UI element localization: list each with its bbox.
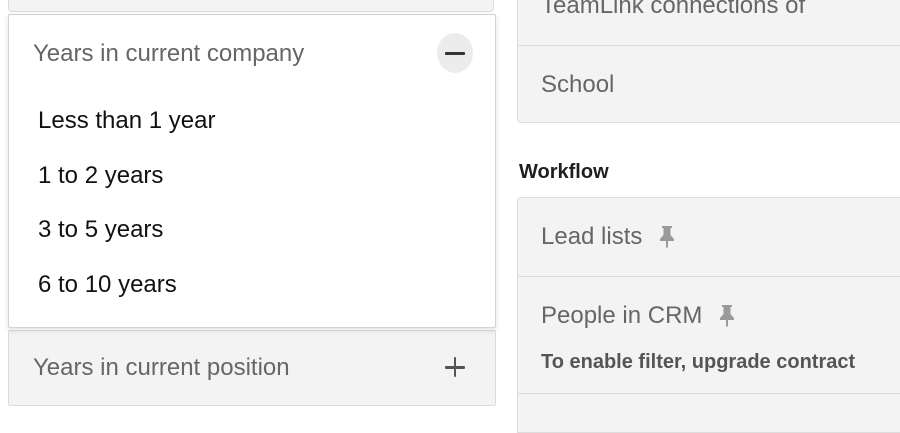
collapse-button[interactable] <box>437 33 473 73</box>
people-in-crm-filter-card[interactable]: People in CRM To enable filter, upgrade … <box>517 276 900 394</box>
filter-label: People in CRM <box>541 302 703 329</box>
filter-label-row: People in CRM <box>541 301 737 331</box>
lead-lists-filter-card[interactable]: Lead lists <box>517 197 900 277</box>
option-item[interactable]: 6 to 10 years <box>9 265 495 320</box>
previous-filter-card[interactable] <box>8 0 494 12</box>
filter-label: Years in current position <box>33 354 290 381</box>
option-item[interactable]: 3 to 5 years <box>9 210 495 265</box>
filter-label: School <box>541 71 615 98</box>
option-item[interactable]: Less than 1 year <box>9 101 495 156</box>
pin-icon <box>660 225 675 248</box>
filter-label: TeamLink connections of <box>541 0 806 19</box>
expand-button[interactable] <box>439 351 471 383</box>
years-in-position-filter[interactable]: Years in current position <box>8 330 496 406</box>
minus-icon <box>445 51 465 55</box>
school-filter-card[interactable]: School <box>517 45 900 123</box>
filter-label: Lead lists <box>541 223 643 250</box>
filter-label-row: Lead lists <box>541 222 677 252</box>
dropdown-title: Years in current company <box>33 40 305 67</box>
filter-panel-right: TeamLink connections of School Workflow … <box>517 0 900 433</box>
teamlink-filter-card[interactable]: TeamLink connections of <box>517 0 900 46</box>
upgrade-notice: To enable filter, upgrade contract <box>541 351 856 373</box>
next-filter-card[interactable] <box>517 393 900 433</box>
years-in-company-dropdown: Years in current company Less than 1 yea… <box>8 14 496 328</box>
option-list: Less than 1 year 1 to 2 years 3 to 5 yea… <box>9 101 495 319</box>
workflow-heading: Workflow <box>519 161 609 183</box>
filter-panel-left: Years in current company Less than 1 yea… <box>8 0 496 418</box>
option-item[interactable]: 1 to 2 years <box>9 156 495 211</box>
pin-icon <box>720 304 735 327</box>
